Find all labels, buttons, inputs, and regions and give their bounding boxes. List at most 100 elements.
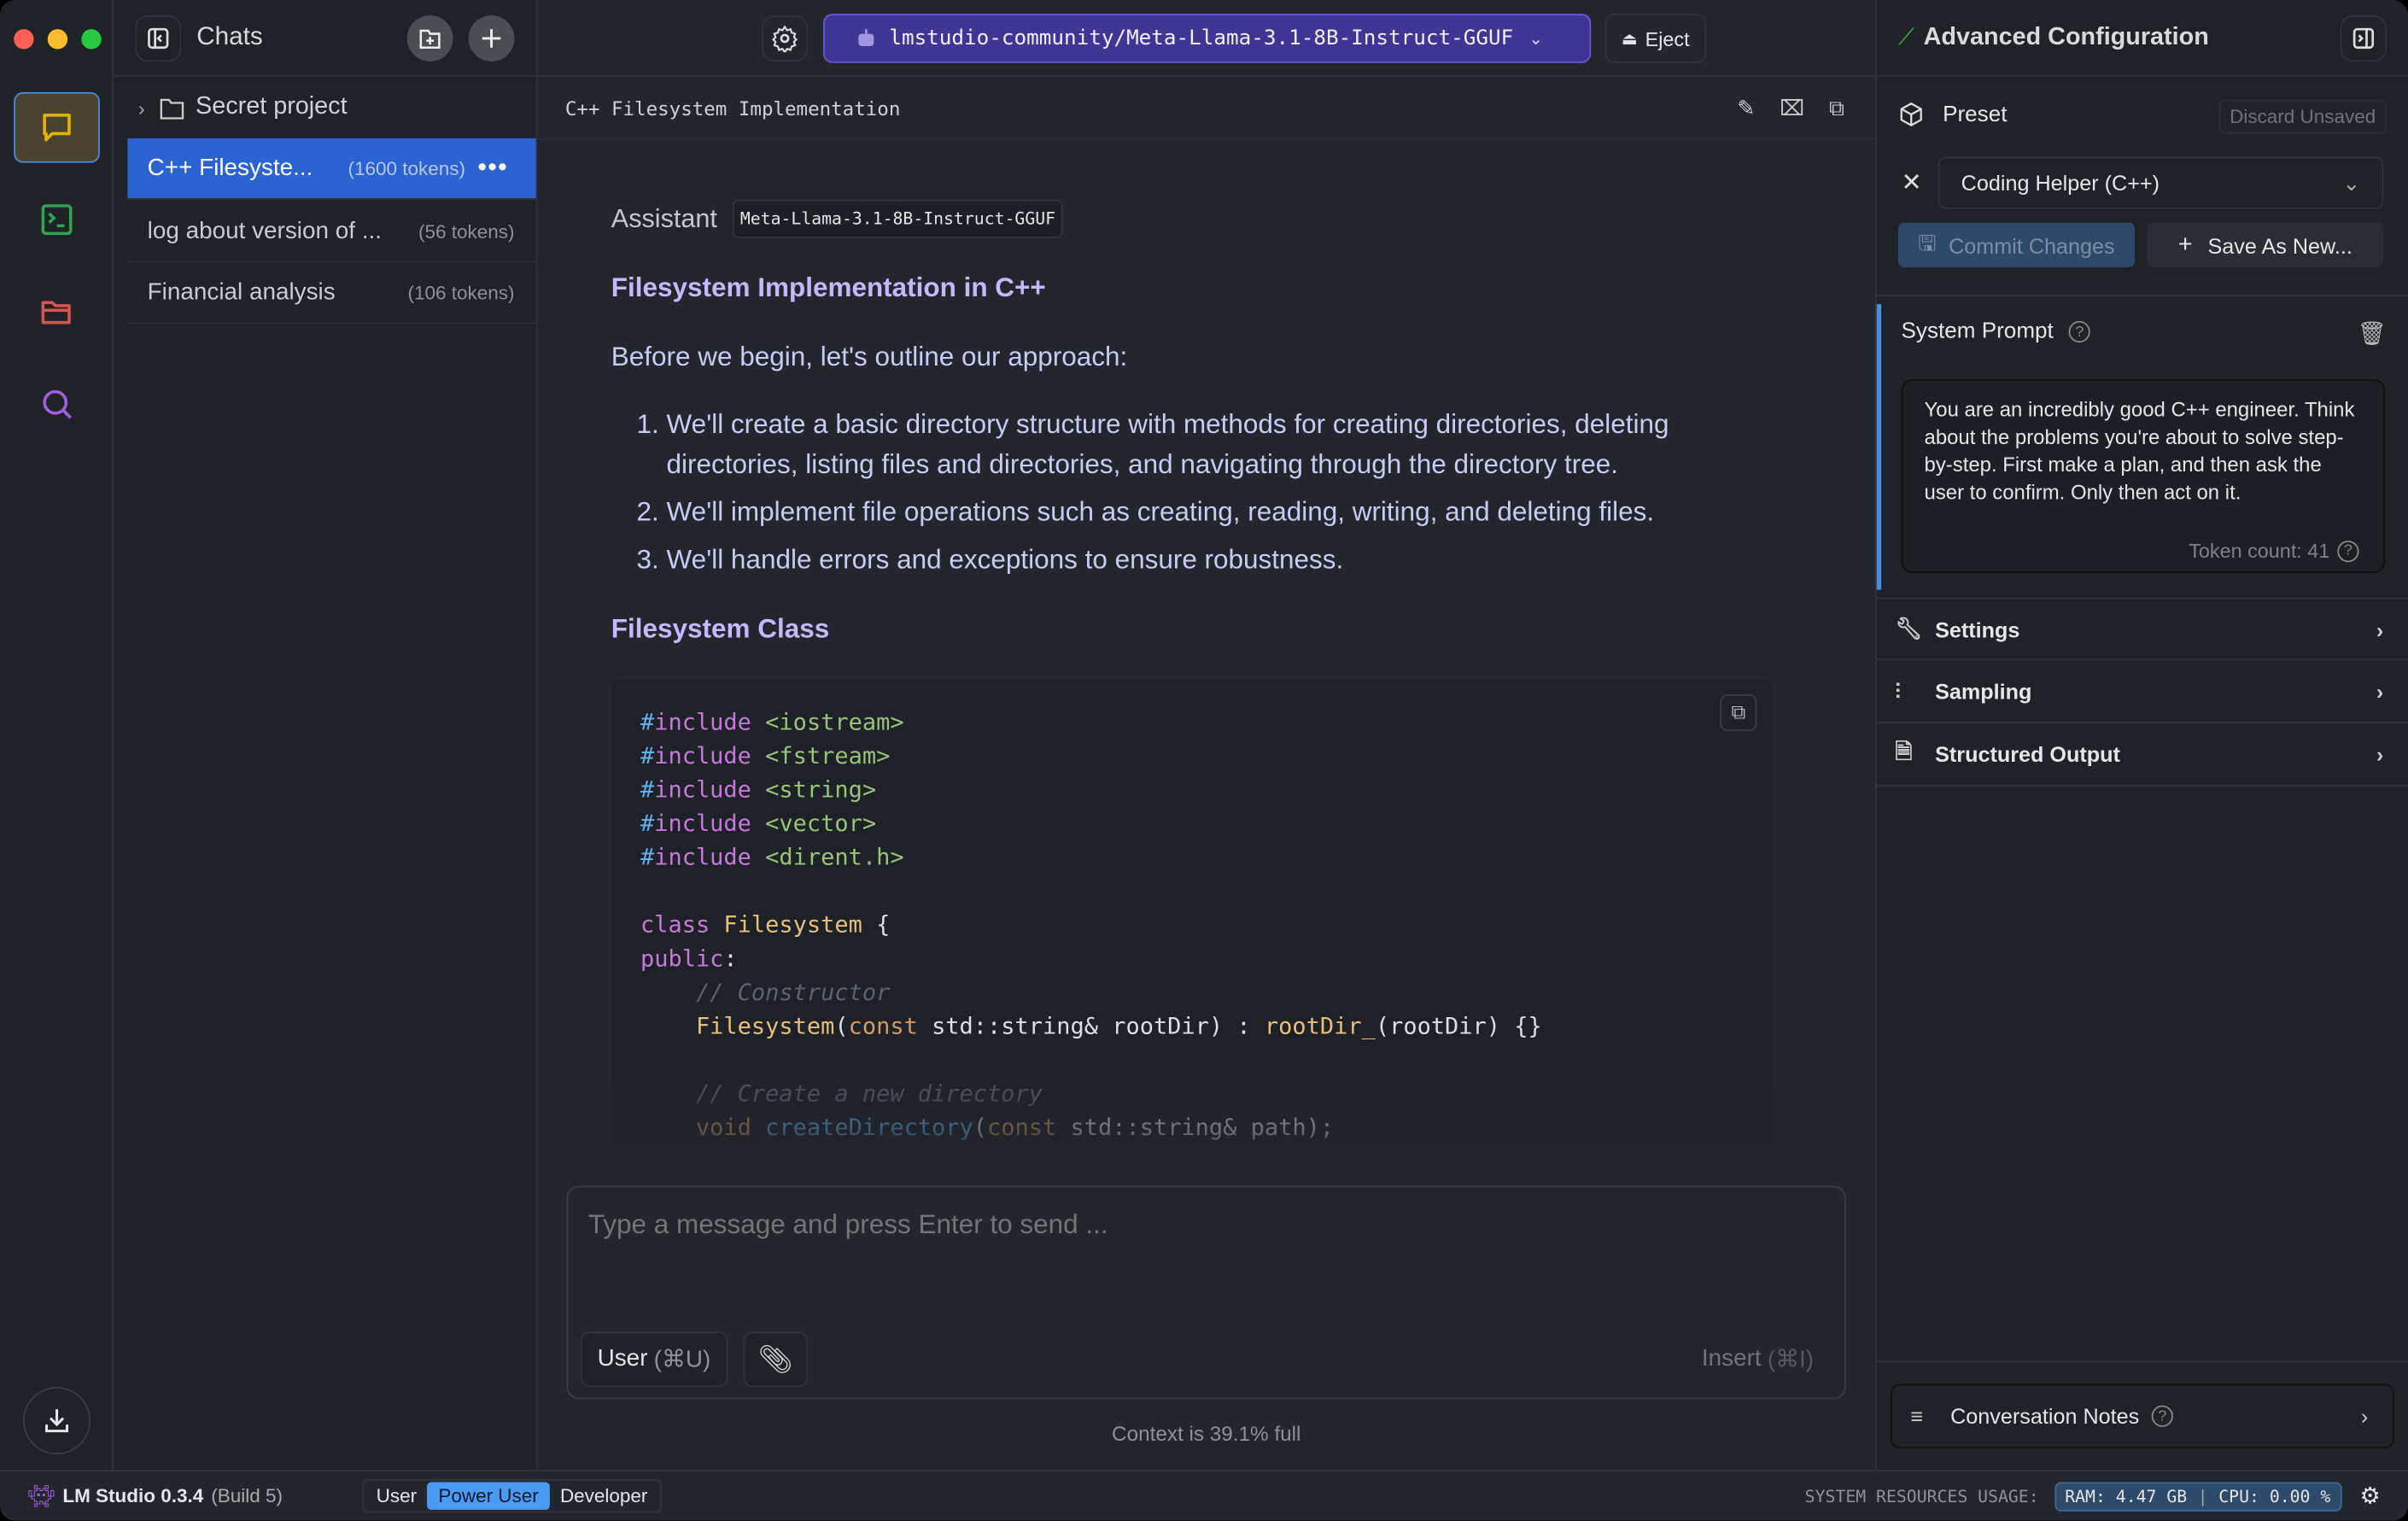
mode-developer[interactable]: Developer — [549, 1483, 658, 1510]
message-composer: User (⌘U) 📎︎ Insert (⌘I) — [566, 1185, 1846, 1400]
folder-plus-icon — [419, 28, 441, 49]
chat-token-count: (1600 tokens) — [348, 157, 465, 179]
help-icon[interactable]: ? — [2337, 540, 2359, 562]
folder-name: Secret project — [196, 93, 348, 120]
message-heading: Filesystem Class — [611, 612, 830, 644]
new-chat-button[interactable] — [468, 15, 515, 61]
cube-icon — [1900, 102, 1922, 127]
nav-rail — [0, 0, 114, 1471]
approach-list: We'll create a basic directory structure… — [667, 404, 1803, 579]
nav-models-button[interactable] — [14, 277, 100, 348]
model-selector[interactable]: lmstudio-community/Meta-Llama-3.1-8B-Ins… — [822, 14, 1592, 63]
sidebar-expand-icon — [2352, 26, 2375, 49]
code-token: { — [862, 910, 891, 939]
role-shortcut: (⌘U) — [653, 1346, 711, 1372]
resources-badge[interactable]: RAM: 4.47 GB | CPU: 0.00 % — [2054, 1481, 2341, 1511]
config-title: Advanced Configuration — [1923, 23, 2209, 50]
section-sampling[interactable]: ⫶ Sampling › — [1876, 660, 2408, 724]
test-tube-icon: ⟋ — [1897, 24, 1914, 51]
downloads-button[interactable] — [22, 1387, 91, 1455]
clear-preset-icon[interactable]: ✕ — [1902, 167, 1922, 198]
close-window-button[interactable] — [14, 29, 34, 50]
model-toolbar: lmstudio-community/Meta-Llama-3.1-8B-Ins… — [537, 0, 1875, 77]
lm-studio-logo-icon: 👾︎ — [27, 1483, 56, 1508]
chat-item-active[interactable]: C++ Filesyste... (1600 tokens) ••• — [127, 137, 536, 200]
advanced-config-panel: ⟋ Advanced Configuration Preset Discard … — [1874, 0, 2408, 1471]
gear-icon[interactable]: ⚙ — [2359, 1483, 2380, 1510]
list-item: We'll handle errors and exceptions to en… — [667, 539, 1803, 579]
code-token: (rootDir) {} — [1375, 1012, 1542, 1040]
chats-panel: Chats › Secret project C++ Filesyste... … — [114, 0, 538, 1471]
folder-icon — [41, 301, 71, 325]
nav-chat-button[interactable] — [14, 91, 100, 163]
preset-row: Preset — [1898, 102, 2007, 128]
message-input[interactable] — [587, 1208, 1817, 1242]
file-code-icon: 🗎︎ — [1895, 739, 1913, 763]
save-as-new-button[interactable]: + Save As New... — [2147, 222, 2384, 267]
system-prompt-editor[interactable]: You are an incredibly good C++ engineer.… — [1901, 379, 2386, 573]
help-icon[interactable]: ? — [2151, 1405, 2173, 1427]
code-token: Filesystem — [695, 1012, 835, 1040]
scroll-fade — [537, 1044, 1875, 1183]
code-token: <string> — [751, 775, 877, 804]
nav-developer-button[interactable] — [14, 184, 100, 255]
chat-item[interactable]: log about version of ... (56 tokens) — [127, 202, 536, 263]
zoom-window-button[interactable] — [81, 29, 102, 50]
nav-search-button[interactable] — [14, 369, 100, 440]
insert-shortcut: (⌘I) — [1767, 1346, 1815, 1372]
code-line: #include <dirent.h> — [640, 840, 1743, 875]
settings-button[interactable] — [762, 15, 809, 61]
toggle-sidebar-button[interactable] — [135, 15, 182, 61]
more-options-icon[interactable]: ••• — [478, 155, 509, 182]
conversation-title[interactable]: C++ Filesystem Implementation — [565, 96, 901, 119]
message-paragraph: Before we begin, let's outline our appro… — [611, 341, 1128, 372]
eject-button[interactable]: ⏏ Eject — [1604, 14, 1707, 63]
role-toggle-button[interactable]: User (⌘U) — [580, 1331, 728, 1388]
code-token: include — [654, 708, 751, 736]
insert-button[interactable]: Insert (⌘I) — [1686, 1331, 1829, 1387]
divider — [1876, 1360, 2408, 1363]
minimize-window-button[interactable] — [47, 29, 68, 50]
mode-user[interactable]: User — [365, 1483, 428, 1510]
code-token: # — [640, 775, 655, 804]
clear-chat-icon[interactable]: ⌧ — [1780, 95, 1804, 121]
system-prompt-header: System Prompt ? — [1902, 319, 2090, 344]
toggle-config-panel-button[interactable] — [2340, 15, 2387, 61]
system-prompt-label: System Prompt — [1901, 319, 2054, 344]
clean-icon[interactable]: ✎ — [1737, 95, 1755, 121]
help-icon[interactable]: ? — [2068, 320, 2090, 343]
chevron-right-icon: › — [137, 96, 145, 120]
copy-code-icon[interactable]: ⧉ — [1720, 693, 1757, 732]
code-token: const — [848, 1012, 918, 1040]
code-line: // Constructor — [640, 975, 1743, 1009]
attach-button[interactable]: 📎︎ — [743, 1331, 809, 1388]
code-token: Filesystem — [723, 910, 862, 939]
discard-unsaved-button[interactable]: Discard Unsaved — [2218, 99, 2387, 134]
mode-power-user[interactable]: Power User — [427, 1482, 550, 1510]
chat-item[interactable]: Financial analysis (106 tokens) — [127, 263, 536, 325]
commit-changes-button[interactable]: 🖫︎ Commit Changes — [1897, 222, 2135, 267]
new-folder-button[interactable] — [406, 15, 453, 61]
preset-dropdown[interactable]: Coding Helper (C++) ⌄ — [1938, 156, 2384, 209]
code-line: Filesystem(const std::string& rootDir) :… — [640, 1009, 1743, 1044]
chat-main: lmstudio-community/Meta-Llama-3.1-8B-Ins… — [537, 0, 1875, 1471]
save-as-new-label: Save As New... — [2207, 232, 2352, 258]
code-token: <dirent.h> — [751, 843, 904, 871]
trash-icon[interactable]: 🗑︎ — [2358, 319, 2387, 348]
chat-title: Financial analysis — [147, 278, 336, 306]
insert-label: Insert — [1701, 1345, 1762, 1372]
section-settings[interactable]: 🔧︎ Settings › — [1876, 597, 2408, 661]
folder-secret-project[interactable]: › Secret project — [138, 89, 348, 126]
conversation-notes-button[interactable]: ≡ Conversation Notes ? › — [1890, 1384, 2394, 1448]
code-token: <fstream> — [751, 741, 891, 770]
wrench-icon: 🔧︎ — [1895, 616, 1923, 641]
cpu-usage: CPU: 0.00 % — [2218, 1486, 2331, 1506]
code-line: class Filesystem { — [640, 908, 1743, 942]
section-structured-output[interactable]: 🗎︎ Structured Output › — [1876, 723, 2408, 787]
duplicate-chat-icon[interactable]: ⧉ — [1829, 95, 1844, 121]
chat-title: log about version of ... — [147, 217, 382, 244]
chevron-right-icon: › — [2360, 1403, 2369, 1429]
search-icon — [43, 389, 73, 419]
